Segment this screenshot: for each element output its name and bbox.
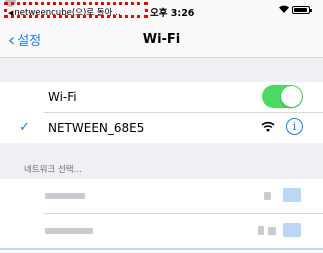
blurred-network-name (45, 193, 85, 199)
status-bar: ◀netweencube(으)로 돌아... 오후 3:26 (0, 0, 323, 22)
blurred-info-icon (283, 223, 301, 237)
blurred-wifi-icon (268, 227, 276, 235)
highlight-box (4, 2, 148, 18)
wifi-icon (261, 121, 275, 132)
wifi-row-label: Wi-Fi (48, 90, 77, 104)
battery-icon (292, 6, 312, 14)
wifi-toggle[interactable] (262, 85, 303, 108)
page-title: Wi-Fi (142, 32, 181, 47)
navigation-bar: ‹ 설정 Wi-Fi (0, 22, 323, 58)
bottom-edge (0, 248, 323, 250)
status-wifi-icon (279, 5, 289, 13)
checkmark-icon: ✓ (19, 120, 30, 135)
blurred-lock-icon (264, 192, 271, 200)
info-icon[interactable]: i (286, 118, 303, 135)
section-header: 네트워크 선택... (24, 165, 82, 175)
blurred-network-name (45, 228, 93, 234)
group-spacer-top (0, 58, 323, 82)
network-name: NETWEEN_68E5 (48, 121, 145, 135)
toggle-knob (281, 86, 302, 107)
blurred-info-icon (283, 188, 301, 202)
status-time: 오후 3:26 (150, 8, 195, 19)
blurred-lock-icon (258, 226, 264, 235)
